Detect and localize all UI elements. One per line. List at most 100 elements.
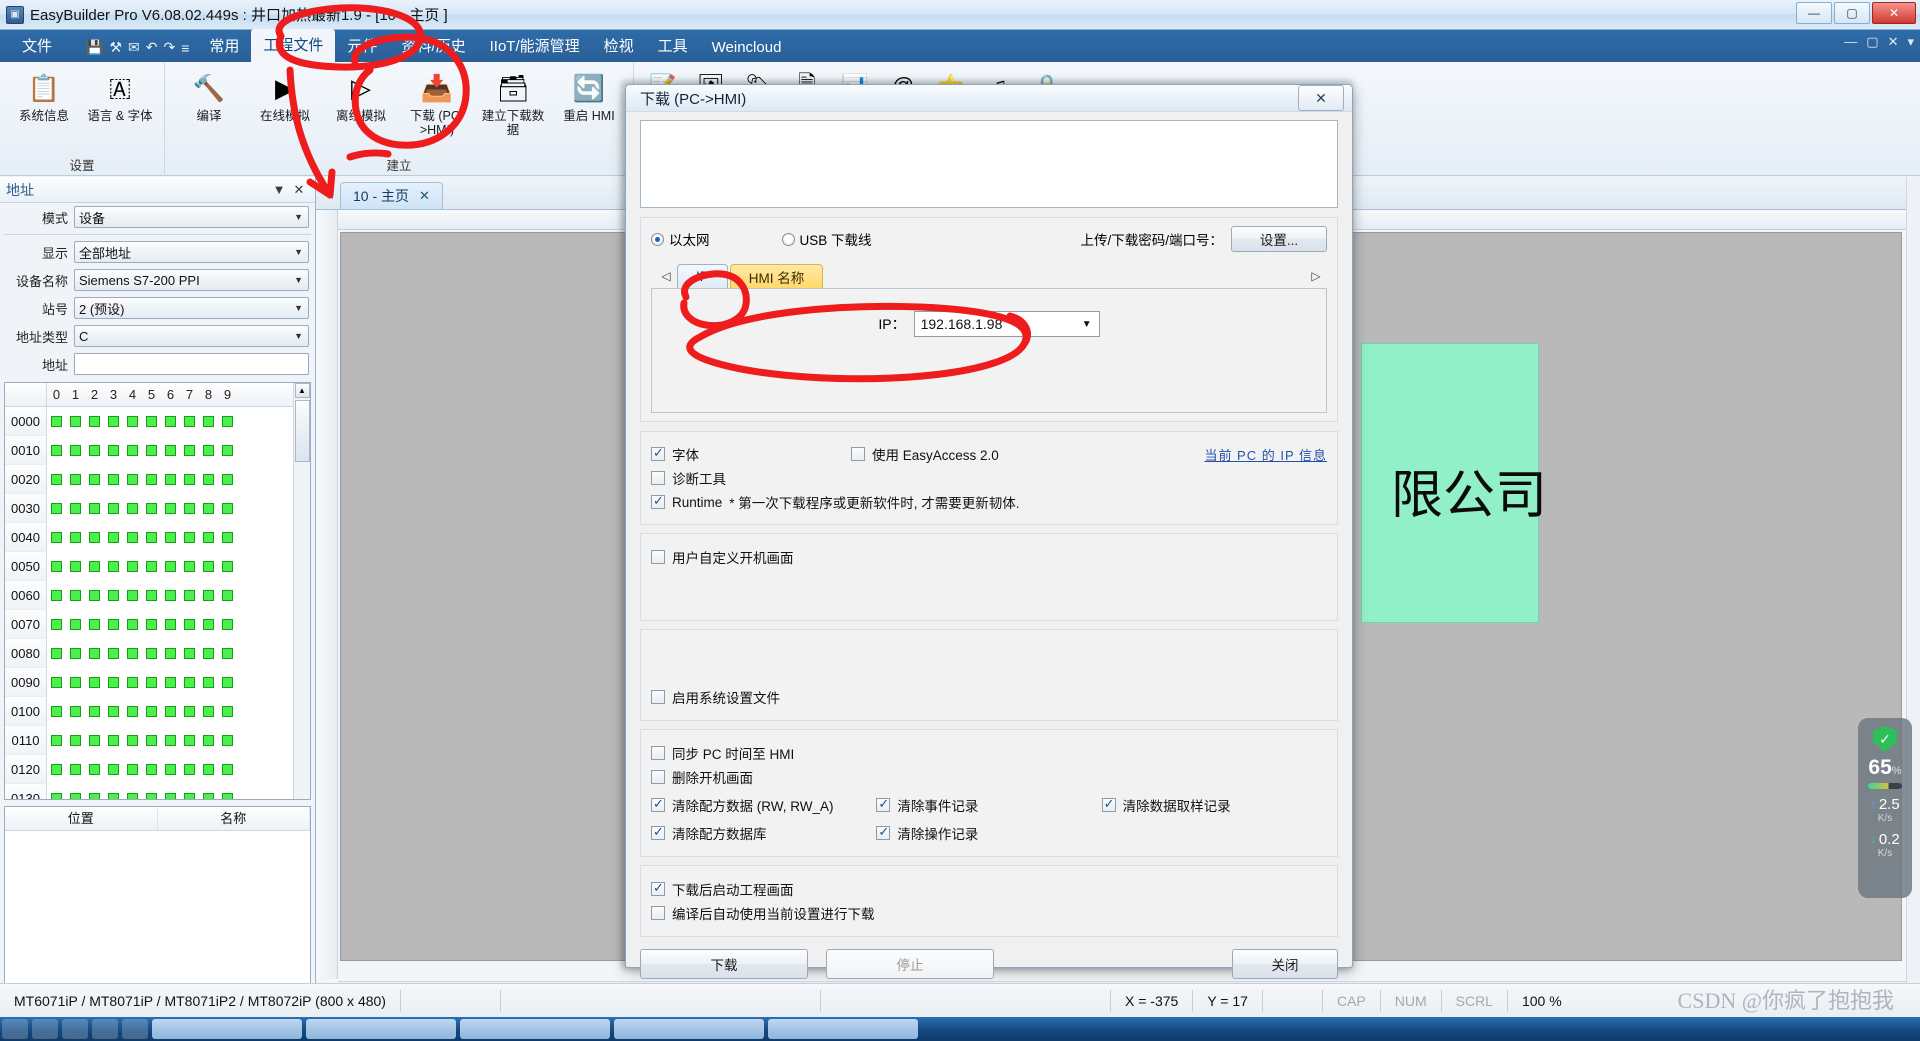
- address-grid-cell[interactable]: [85, 532, 104, 543]
- address-grid-cell[interactable]: [161, 735, 180, 746]
- ribbon-button-language-font[interactable]: 🇦 语言 & 字体: [82, 66, 158, 127]
- address-grid-cell[interactable]: [161, 706, 180, 717]
- address-grid-cell[interactable]: [85, 677, 104, 688]
- close-icon[interactable]: ✕: [419, 188, 430, 204]
- address-grid-cell[interactable]: [161, 561, 180, 572]
- checkbox-easyaccess[interactable]: [851, 447, 865, 461]
- address-grid-cell[interactable]: [218, 619, 237, 630]
- address-grid-cell[interactable]: [66, 619, 85, 630]
- ribbon-tab-file[interactable]: 文件: [0, 30, 78, 62]
- redo-icon[interactable]: ↷: [163, 39, 175, 56]
- address-grid-scrollbar[interactable]: ▲: [293, 383, 310, 799]
- address-grid-cell[interactable]: [104, 793, 123, 799]
- taskbar-window-3[interactable]: [460, 1019, 610, 1039]
- ribbon-button-offline-simulation[interactable]: ▷ 离线模拟: [323, 66, 399, 127]
- address-grid-cell[interactable]: [218, 503, 237, 514]
- address-grid-cell[interactable]: [47, 416, 66, 427]
- scroll-up-icon[interactable]: ▲: [294, 383, 310, 398]
- address-grid-cell[interactable]: [180, 474, 199, 485]
- checkbox-custom-boot-screen[interactable]: [651, 550, 665, 564]
- address-grid-cell[interactable]: [199, 416, 218, 427]
- address-grid-cell[interactable]: [85, 474, 104, 485]
- address-grid-cell[interactable]: [66, 764, 85, 775]
- address-grid-cell[interactable]: [123, 590, 142, 601]
- download-button[interactable]: 下载: [640, 949, 808, 979]
- maximize-button[interactable]: ▢: [1834, 2, 1870, 24]
- address-mode-select[interactable]: 设备 ▼: [74, 206, 309, 228]
- address-grid-cell[interactable]: [218, 735, 237, 746]
- address-station-select[interactable]: 2 (预设) ▼: [74, 297, 309, 319]
- address-grid-cell[interactable]: [218, 474, 237, 485]
- taskbar-start-icon[interactable]: [2, 1019, 28, 1039]
- checkbox-delete-boot-screen[interactable]: [651, 770, 665, 784]
- address-grid-cell[interactable]: [47, 503, 66, 514]
- address-grid-cell[interactable]: [142, 648, 161, 659]
- ribbon-tab-weincloud[interactable]: Weincloud: [700, 34, 794, 62]
- undo-icon[interactable]: ↶: [146, 39, 158, 56]
- address-grid-cell[interactable]: [85, 764, 104, 775]
- address-grid-cell[interactable]: [199, 445, 218, 456]
- address-grid-cell[interactable]: [218, 648, 237, 659]
- address-grid-cell[interactable]: [218, 590, 237, 601]
- address-grid-cell[interactable]: [161, 793, 180, 799]
- address-grid-cell[interactable]: [85, 445, 104, 456]
- address-grid-cell[interactable]: [47, 764, 66, 775]
- address-grid-cell[interactable]: [123, 445, 142, 456]
- address-grid-cell[interactable]: [142, 416, 161, 427]
- address-grid-cell[interactable]: [218, 793, 237, 799]
- address-grid-cell[interactable]: [123, 764, 142, 775]
- taskbar-icon-4[interactable]: [122, 1019, 148, 1039]
- checkbox-clear-recipe-db[interactable]: [651, 824, 665, 840]
- ribbon-button-system-info[interactable]: 📋 系统信息: [6, 66, 82, 127]
- stop-button[interactable]: 停止: [826, 949, 994, 979]
- address-grid-cell[interactable]: [142, 735, 161, 746]
- address-grid-cell[interactable]: [123, 532, 142, 543]
- address-grid-cell[interactable]: [142, 764, 161, 775]
- address-grid-cell[interactable]: [142, 503, 161, 514]
- ribbon-tab-data-history[interactable]: 资料/历史: [389, 30, 477, 62]
- address-grid-cell[interactable]: [218, 764, 237, 775]
- address-grid-cell[interactable]: [123, 474, 142, 485]
- address-grid-cell[interactable]: [66, 793, 85, 799]
- address-grid-cell[interactable]: [180, 590, 199, 601]
- address-grid-cell[interactable]: [142, 561, 161, 572]
- address-grid-cell[interactable]: [218, 445, 237, 456]
- checkbox-diagnostic-tool[interactable]: [651, 471, 665, 485]
- address-grid-cell[interactable]: [142, 677, 161, 688]
- tab-scroll-next-icon[interactable]: ▷: [1305, 269, 1327, 288]
- tab-ip[interactable]: IP: [677, 264, 728, 288]
- address-grid-cell[interactable]: [85, 793, 104, 799]
- address-grid-cell[interactable]: [104, 416, 123, 427]
- ribbon-button-build-download-data[interactable]: 🗃 建立下载数据: [475, 66, 551, 142]
- address-grid-cell[interactable]: [47, 793, 66, 799]
- checkbox-start-project-after-download[interactable]: [651, 880, 665, 896]
- address-grid-cell[interactable]: [47, 648, 66, 659]
- address-grid-cell[interactable]: [199, 735, 218, 746]
- address-grid-cell[interactable]: [180, 677, 199, 688]
- radio-usb[interactable]: USB 下载线: [781, 229, 872, 249]
- address-grid-cell[interactable]: [47, 561, 66, 572]
- address-grid-cell[interactable]: [104, 503, 123, 514]
- address-grid-cell[interactable]: [142, 474, 161, 485]
- save-icon[interactable]: 💾: [86, 39, 103, 56]
- taskbar-window-2[interactable]: [306, 1019, 456, 1039]
- address-grid-cell[interactable]: [142, 619, 161, 630]
- address-grid-cell[interactable]: [218, 561, 237, 572]
- address-grid-cell[interactable]: [104, 735, 123, 746]
- address-device-select[interactable]: Siemens S7-200 PPI ▼: [74, 269, 309, 291]
- address-grid-cell[interactable]: [66, 648, 85, 659]
- address-grid-cell[interactable]: [66, 532, 85, 543]
- address-grid-cell[interactable]: [218, 677, 237, 688]
- address-grid-cell[interactable]: [104, 764, 123, 775]
- address-grid-cell[interactable]: [66, 445, 85, 456]
- address-grid-cell[interactable]: [47, 445, 66, 456]
- ribbon-button-download-pc-hmi[interactable]: 📥 下载 (PC->HMI): [399, 66, 475, 142]
- tab-hmi-name[interactable]: HMI 名称: [729, 264, 824, 288]
- address-grid-cell[interactable]: [180, 735, 199, 746]
- taskbar-icon-3[interactable]: [92, 1019, 118, 1039]
- current-pc-ip-link[interactable]: 当前 PC 的 IP 信息: [1204, 445, 1327, 464]
- address-grid-cell[interactable]: [85, 416, 104, 427]
- ribbon-close-icon[interactable]: ✕: [1888, 34, 1899, 50]
- address-grid-cell[interactable]: [199, 706, 218, 717]
- taskbar-window-4[interactable]: [614, 1019, 764, 1039]
